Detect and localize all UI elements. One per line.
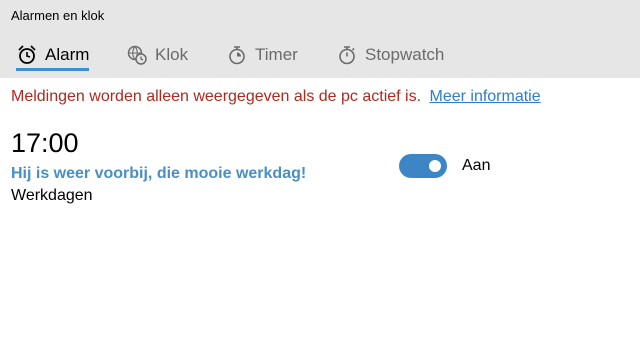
tab-stopwatch-label: Stopwatch xyxy=(365,45,445,64)
tab-bar: Alarm Klok Timer Stopwatch xyxy=(0,32,640,78)
more-info-link[interactable]: Meer informatie xyxy=(429,88,540,105)
alarm-time[interactable]: 17:00 xyxy=(11,128,79,159)
window-title: Alarmen en klok xyxy=(11,8,105,23)
tab-klok[interactable]: Klok xyxy=(126,41,188,69)
tab-stopwatch[interactable]: Stopwatch xyxy=(336,41,444,69)
active-tab-indicator xyxy=(16,68,89,71)
notification-warning: Meldingen worden alleen weergegeven als … xyxy=(11,88,541,106)
warning-message: Meldingen worden alleen weergegeven als … xyxy=(11,88,422,105)
timer-icon xyxy=(226,44,248,66)
tab-timer-label: Timer xyxy=(255,45,298,64)
toggle-knob xyxy=(429,160,441,172)
toggle-label: Aan xyxy=(462,157,491,174)
alarm-repeat: Werkdagen xyxy=(11,187,93,204)
world-clock-icon xyxy=(126,44,148,66)
alarm-name[interactable]: Hij is weer voorbij, die mooie werkdag! xyxy=(11,165,306,183)
tab-alarm-label: Alarm xyxy=(45,45,90,64)
title-bar: Alarmen en klok xyxy=(0,0,640,32)
tab-alarm[interactable]: Alarm xyxy=(16,41,89,69)
tab-klok-label: Klok xyxy=(155,45,189,64)
alarm-clock-icon xyxy=(16,44,38,66)
alarm-toggle[interactable] xyxy=(399,154,447,178)
tab-timer[interactable]: Timer xyxy=(226,41,298,69)
stopwatch-icon xyxy=(336,44,358,66)
